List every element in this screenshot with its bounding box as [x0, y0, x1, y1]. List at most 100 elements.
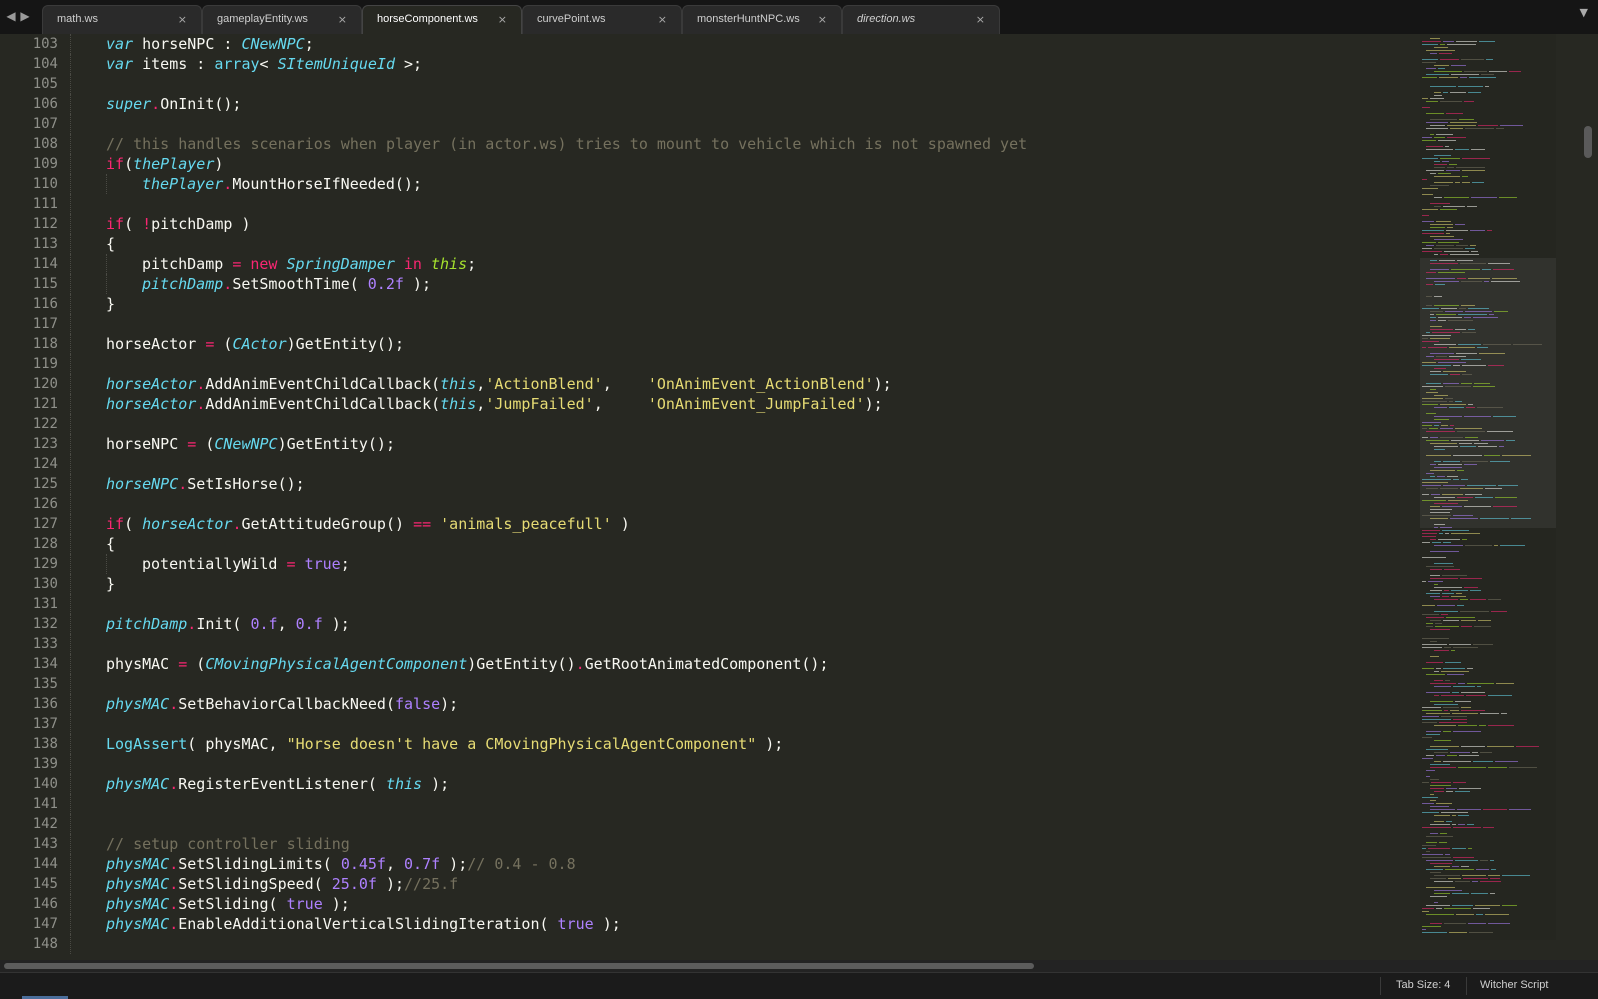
- code-line[interactable]: {: [70, 234, 1420, 254]
- vertical-scrollbar[interactable]: [1584, 34, 1594, 940]
- minimap-code-line: [1426, 431, 1455, 432]
- tab-scroll-left-icon[interactable]: ◀: [4, 6, 18, 26]
- code-line[interactable]: physMAC.EnableAdditionalVerticalSlidingI…: [70, 914, 1420, 934]
- code-line[interactable]: [70, 494, 1420, 514]
- code-line[interactable]: horseActor.AddAnimEventChildCallback(thi…: [70, 374, 1420, 394]
- minimap-code-line: [1465, 248, 1475, 249]
- code-line[interactable]: physMAC.SetBehaviorCallbackNeed(false);: [70, 694, 1420, 714]
- code-line[interactable]: var horseNPC : CNewNPC;: [70, 34, 1420, 54]
- minimap-code-line: [1434, 95, 1442, 96]
- code-line[interactable]: [70, 794, 1420, 814]
- code-line[interactable]: {: [70, 534, 1420, 554]
- minimap-code-line: [1426, 383, 1441, 384]
- code-line[interactable]: if( !pitchDamp ): [70, 214, 1420, 234]
- code-token: SetSlidingLimits(: [178, 855, 341, 873]
- minimap-code-line: [1467, 824, 1474, 825]
- minimap-code-line: [1444, 251, 1469, 252]
- minimap-code-line: [1452, 692, 1459, 693]
- line-number: 141: [32, 796, 58, 812]
- code-token: if: [106, 215, 125, 233]
- horizontal-scrollbar[interactable]: [0, 960, 1598, 972]
- minimap-code-line: [1422, 347, 1426, 348]
- code-line[interactable]: [70, 934, 1420, 954]
- code-line[interactable]: horseNPC.SetIsHorse();: [70, 474, 1420, 494]
- code-line[interactable]: if( horseActor.GetAttitudeGroup() == 'an…: [70, 514, 1420, 534]
- code-area[interactable]: var horseNPC : CNewNPC; var items : array…: [70, 34, 1420, 954]
- syntax-indicator[interactable]: Witcher Script: [1480, 979, 1548, 991]
- minimap-code-line: [1470, 230, 1485, 231]
- tab-scroll-right-icon[interactable]: ▶: [18, 6, 32, 26]
- code-line[interactable]: physMAC.SetSlidingLimits( 0.45f, 0.7f );…: [70, 854, 1420, 874]
- vertical-scrollbar-thumb[interactable]: [1584, 126, 1592, 158]
- minimap-code-line: [1422, 158, 1438, 159]
- code-line[interactable]: horseActor = (CActor)GetEntity();: [70, 334, 1420, 354]
- minimap-code-line: [1430, 872, 1441, 873]
- minimap-code-line: [1447, 755, 1457, 756]
- code-line[interactable]: [70, 314, 1420, 334]
- minimap-code-line: [1446, 788, 1457, 789]
- code-line[interactable]: physMAC = (CMovingPhysicalAgentComponent…: [70, 654, 1420, 674]
- code-line[interactable]: [70, 114, 1420, 134]
- code-line[interactable]: [70, 194, 1420, 214]
- minimap-code-line: [1436, 755, 1445, 756]
- code-line[interactable]: [70, 354, 1420, 374]
- code-line[interactable]: thePlayer.MountHorseIfNeeded();: [70, 174, 1420, 194]
- code-line[interactable]: potentiallyWild = true;: [70, 554, 1420, 574]
- minimap-code-line: [1450, 425, 1454, 426]
- code-line[interactable]: super.OnInit();: [70, 94, 1420, 114]
- code-editor[interactable]: 103 104 105 106 107 108 109 110 111 112 113 114 115 1…: [0, 34, 1420, 960]
- code-line[interactable]: horseNPC = (CNewNPC)GetEntity();: [70, 434, 1420, 454]
- tab-close-icon[interactable]: ×: [178, 6, 187, 33]
- code-line[interactable]: // setup controller sliding: [70, 834, 1420, 854]
- minimap-code-line: [1462, 875, 1486, 876]
- code-line[interactable]: [70, 814, 1420, 834]
- code-line[interactable]: }: [70, 294, 1420, 314]
- tab[interactable]: direction.ws ×: [842, 5, 1000, 34]
- code-line[interactable]: physMAC.SetSliding( true );: [70, 894, 1420, 914]
- code-line[interactable]: [70, 414, 1420, 434]
- code-line[interactable]: LogAssert( physMAC, "Horse doesn't have …: [70, 734, 1420, 754]
- tab[interactable]: monsterHuntNPC.ws ×: [682, 5, 842, 34]
- code-line[interactable]: }: [70, 574, 1420, 594]
- minimap-code-line: [1436, 314, 1456, 315]
- tab-close-icon[interactable]: ×: [818, 6, 827, 33]
- minimap-code-line: [1450, 254, 1479, 255]
- code-token: Init(: [196, 615, 251, 633]
- code-line[interactable]: physMAC.RegisterEventListener( this );: [70, 774, 1420, 794]
- code-line[interactable]: [70, 634, 1420, 654]
- code-line[interactable]: [70, 674, 1420, 694]
- code-line[interactable]: [70, 594, 1420, 614]
- minimap-code-line: [1460, 611, 1489, 612]
- tab-close-icon[interactable]: ×: [976, 6, 985, 33]
- code-line[interactable]: pitchDamp.SetSmoothTime( 0.2f );: [70, 274, 1420, 294]
- code-line[interactable]: [70, 454, 1420, 474]
- code-line[interactable]: horseActor.AddAnimEventChildCallback(thi…: [70, 394, 1420, 414]
- minimap[interactable]: [1420, 34, 1556, 940]
- minimap-code-line: [1452, 713, 1478, 714]
- code-line[interactable]: if(thePlayer): [70, 154, 1420, 174]
- code-line[interactable]: [70, 714, 1420, 734]
- tab[interactable]: horseComponent.ws ×: [362, 5, 522, 34]
- code-line[interactable]: pitchDamp.Init( 0.f, 0.f );: [70, 614, 1420, 634]
- code-line[interactable]: pitchDamp = new SpringDamper in this;: [70, 254, 1420, 274]
- code-line[interactable]: [70, 74, 1420, 94]
- tab-list-dropdown-icon[interactable]: ▼: [1580, 6, 1588, 19]
- code-token: CMovingPhysicalAgentComponent: [205, 655, 468, 673]
- indent-guide: [70, 494, 71, 514]
- code-token: (: [124, 155, 134, 173]
- tab-size-indicator[interactable]: Tab Size: 4: [1396, 979, 1450, 991]
- code-line[interactable]: var items : array< SItemUniqueId >;: [70, 54, 1420, 74]
- tab[interactable]: math.ws ×: [42, 5, 202, 34]
- code-line[interactable]: // this handles scenarios when player (i…: [70, 134, 1420, 154]
- code-line[interactable]: [70, 754, 1420, 774]
- code-line[interactable]: physMAC.SetSlidingSpeed( 25.0f );//25.f: [70, 874, 1420, 894]
- tab[interactable]: gameplayEntity.ws ×: [202, 5, 362, 34]
- tab[interactable]: curvePoint.ws ×: [522, 5, 682, 34]
- minimap-code-line: [1434, 71, 1462, 72]
- minimap-code-line: [1440, 158, 1460, 159]
- tab-close-icon[interactable]: ×: [498, 6, 507, 33]
- tab-close-icon[interactable]: ×: [658, 6, 667, 33]
- horizontal-scrollbar-thumb[interactable]: [4, 963, 1034, 969]
- line-number: 138: [32, 736, 58, 752]
- tab-close-icon[interactable]: ×: [338, 6, 347, 33]
